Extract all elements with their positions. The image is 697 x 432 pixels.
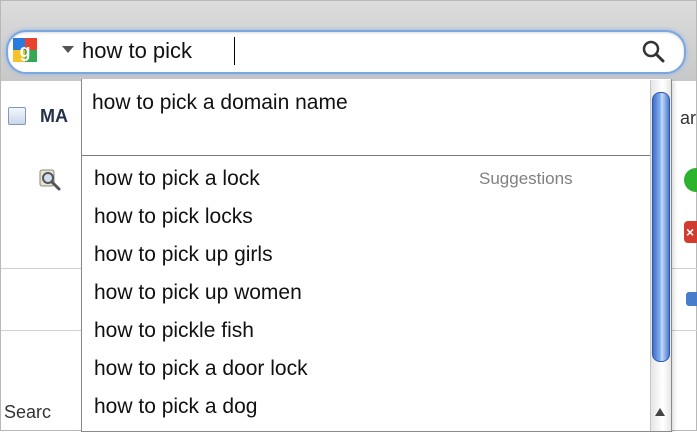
suggestion-item[interactable]: how to pick a lock [94,167,260,191]
scrollbar-thumb[interactable] [652,92,670,362]
scroll-up-arrow-icon[interactable] [655,408,665,416]
suggestion-item[interactable]: how to pick locks [94,205,253,229]
history-suggestion[interactable]: how to pick a domain name [92,91,348,115]
chevron-down-icon[interactable] [62,46,74,53]
suggestion-item[interactable]: how to pick up girls [94,243,273,267]
puzzle-icon [686,292,697,306]
suggestion-item[interactable]: how to pick up women [94,281,302,305]
red-close-icon[interactable]: × [684,221,697,243]
suggestion-item[interactable]: how to pick a dog [94,395,257,419]
divider [1,268,81,269]
dropdown-divider [82,155,650,156]
suggestion-item[interactable]: how to pickle fish [94,319,254,343]
background-text: ar [680,108,697,128]
suggestions-dropdown: how to pick a domain name Suggestions ho… [81,79,672,432]
suggestions-section-label: Suggestions [479,169,573,188]
background-search-text: Searc [4,402,52,422]
search-input[interactable] [82,38,622,64]
google-logo-icon[interactable]: g [12,37,38,63]
background-label: MA [40,106,68,126]
divider [1,330,81,331]
search-icon[interactable] [640,38,666,64]
svg-text:g: g [20,41,31,61]
suggestion-item[interactable]: how to pick a door lock [94,357,308,381]
text-cursor [234,37,235,65]
background-checkbox[interactable] [8,107,26,125]
magnifier-icon [39,169,61,191]
